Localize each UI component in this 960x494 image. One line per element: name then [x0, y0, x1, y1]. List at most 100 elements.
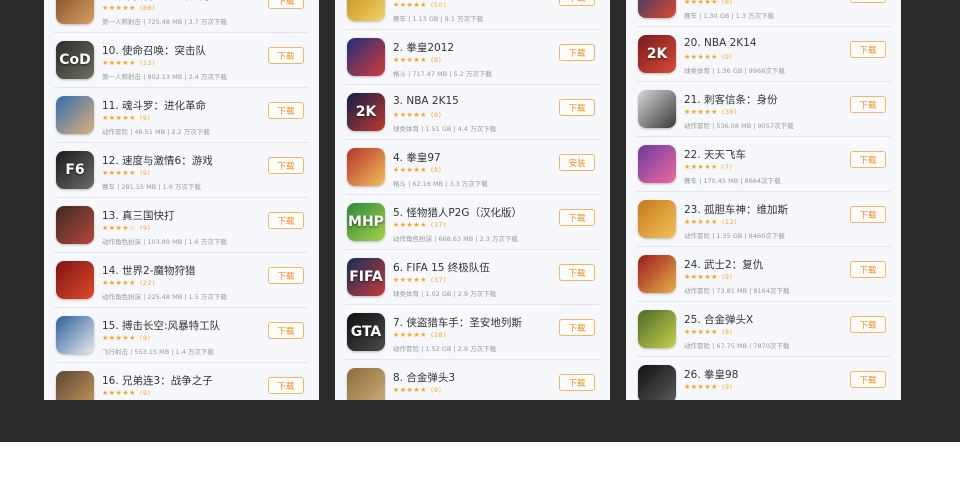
app-list-item[interactable]: 2K 3. NBA 2K15 ★★★★★ (9) 球类体育 | 1.51 GB | 4.…	[335, 85, 610, 140]
app-title[interactable]: 26. 拳皇98	[684, 367, 738, 382]
three-kingdoms-icon[interactable]	[56, 206, 94, 244]
app-list-item[interactable]: 14. 世界2-魔物狩猎 ★★★★★ (22) 动作角色扮演 | 225.48 MB …	[44, 253, 319, 308]
app-title[interactable]: 3. NBA 2K15	[393, 95, 459, 107]
gangstar-vegas-icon[interactable]	[638, 200, 676, 238]
rating-stars: ★★★★★ (86)	[102, 4, 155, 12]
download-button[interactable]: 下载	[559, 209, 595, 226]
gta-san-andreas-icon[interactable]: GTA	[347, 313, 385, 351]
rating-stars: ★★★★★ (13)	[102, 59, 155, 67]
fifa15-icon[interactable]: FIFA	[347, 258, 385, 296]
rating-stars: ★★★★★ (9)	[102, 389, 151, 397]
app-list-item[interactable]: 2K 20. NBA 2K14 ★★★★★ (9) 球类体育 | 1.36 GB | 9…	[626, 27, 901, 82]
app-list-item[interactable]: 24. 武士2：复仇 ★★★★★ (9) 动作冒险 | 73.81 MB | 8164…	[626, 247, 901, 302]
modern-combat-icon[interactable]	[56, 0, 94, 24]
download-button[interactable]: 下载	[268, 157, 304, 174]
app-list-item[interactable]: 16. 兄弟连3：战争之子 ★★★★★ (9) 下载	[44, 363, 319, 400]
app-title[interactable]: 2. 拳皇2012	[393, 40, 454, 55]
download-button[interactable]: 下载	[268, 47, 304, 64]
samurai2-icon[interactable]	[638, 255, 676, 293]
download-button[interactable]: 下载	[559, 0, 595, 6]
download-button[interactable]: 下载	[559, 264, 595, 281]
rating-stars: ★★★★★ (9)	[102, 169, 151, 177]
app-list-item[interactable]: 4. 拳皇97 ★★★★★ (8) 格斗 | 62.16 MB | 3.3 万次下载 安…	[335, 140, 610, 195]
kof97-icon[interactable]	[347, 148, 385, 186]
app-list-item[interactable]: 1. 狂野飙车8：极速凌云★★★★★(50)赛车 | 1.13 GB | 9.1…	[335, 0, 610, 30]
app-list-item[interactable]: 9. 现代战争5: 欧巢风暴★★★★★(86) 第一人称射击 | 725.48 M…	[44, 0, 319, 33]
app-list-item[interactable]: F6 12. 速度与激情6：游戏 ★★★★★ (9) 赛车 | 281.15 MB | …	[44, 143, 319, 198]
download-button[interactable]: 下载	[268, 377, 304, 394]
app-list-item[interactable]: 23. 孤胆车神：维加斯 ★★★★★ (12) 动作冒险 | 1.35 GB | 84…	[626, 192, 901, 247]
contra-icon[interactable]	[56, 96, 94, 134]
download-button[interactable]: 下载	[268, 267, 304, 284]
app-list-item[interactable]: 15. 搏击长空:风暴特工队 ★★★★★ (9) 飞行射击 | 553.15 MB |…	[44, 308, 319, 363]
app-title[interactable]: 14. 世界2-魔物狩猎	[102, 263, 196, 278]
app-list-item[interactable]: 2. 拳皇2012 ★★★★★ (9) 格斗 | 717.47 MB | 5.2 万次…	[335, 30, 610, 85]
app-list-item[interactable]: CoD 10. 使命召唤：突击队 ★★★★★ (13) 第一人称射击 | 902.13 …	[44, 33, 319, 88]
app-list-item[interactable]: 19. 真实赛车3★★★★★(8)赛车 | 1.30 GB | 1.3 万次下载…	[626, 0, 901, 27]
download-button[interactable]: 下载	[850, 96, 886, 113]
app-title[interactable]: 22. 天天飞车	[684, 147, 746, 162]
app-list-item[interactable]: GTA 7. 侠盗猎车手：圣安地列斯 ★★★★★ (28) 动作冒险 | 1.52 GB…	[335, 305, 610, 360]
app-list-item[interactable]: 21. 刺客信条：身份 ★★★★★ (36) 动作冒险 | 536.08 MB | 9…	[626, 82, 901, 137]
download-button[interactable]: 下载	[850, 41, 886, 58]
tiantian-racing-icon[interactable]	[638, 145, 676, 183]
asphalt8-icon[interactable]	[347, 0, 385, 21]
app-title[interactable]: 4. 拳皇97	[393, 150, 441, 165]
kof2012-icon[interactable]	[347, 38, 385, 76]
app-title[interactable]: 23. 孤胆车神：维加斯	[684, 202, 788, 217]
call-of-duty-icon[interactable]: CoD	[56, 41, 94, 79]
app-title[interactable]: 6. FIFA 15 终极队伍	[393, 260, 490, 275]
brothers-in-arms-icon[interactable]	[56, 371, 94, 400]
app-title[interactable]: 5. 怪物猎人P2G（汉化版）	[393, 205, 522, 220]
real-racing3-icon[interactable]	[638, 0, 676, 18]
sky-gamblers-icon[interactable]	[56, 316, 94, 354]
app-title[interactable]: 13. 真三国快打	[102, 208, 175, 223]
download-button[interactable]: 下载	[559, 99, 595, 116]
download-button[interactable]: 下载	[850, 261, 886, 278]
metal-slug3-icon[interactable]	[347, 368, 385, 400]
app-title[interactable]: 24. 武士2：复仇	[684, 257, 763, 272]
download-button[interactable]: 下载	[559, 44, 595, 61]
download-button[interactable]: 下载	[850, 151, 886, 168]
app-list-item[interactable]: 11. 魂斗罗：进化革命 ★★★★★ (9) 动作冒险 | 46.51 MB | 2.…	[44, 88, 319, 143]
app-list-item[interactable]: 13. 真三国快打 ★★★★☆ (9) 动作角色扮演 | 103.89 MB | 1.…	[44, 198, 319, 253]
assassins-creed-icon[interactable]	[638, 90, 676, 128]
app-title[interactable]: 16. 兄弟连3：战争之子	[102, 373, 213, 388]
app-title[interactable]: 21. 刺客信条：身份	[684, 92, 778, 107]
download-button[interactable]: 下载	[559, 319, 595, 336]
metal-slug-x-icon[interactable]	[638, 310, 676, 348]
app-title[interactable]: 25. 合金弹头X	[684, 312, 753, 327]
download-button[interactable]: 下载	[850, 206, 886, 223]
app-title[interactable]: 12. 速度与激情6：游戏	[102, 153, 213, 168]
app-list-item[interactable]: 25. 合金弹头X ★★★★★ (8) 动作冒险 | 67.75 MB | 7870次…	[626, 302, 901, 357]
download-button[interactable]: 下载	[850, 371, 886, 388]
rating-stars: ★★★★★ (8)	[684, 328, 733, 336]
download-button[interactable]: 下载	[268, 322, 304, 339]
fast-furious-icon[interactable]: F6	[56, 151, 94, 189]
app-title[interactable]: 10. 使命召唤：突击队	[102, 43, 206, 58]
download-button[interactable]: 下载	[268, 102, 304, 119]
nba2k14-icon[interactable]: 2K	[638, 35, 676, 73]
download-button[interactable]: 下载	[850, 0, 886, 3]
kof98-icon[interactable]	[638, 365, 676, 400]
download-button[interactable]: 下载	[850, 316, 886, 333]
download-button[interactable]: 安装	[559, 154, 595, 171]
app-title[interactable]: 7. 侠盗猎车手：圣安地列斯	[393, 315, 522, 330]
download-button[interactable]: 下载	[268, 0, 304, 9]
app-list-item[interactable]: 8. 合金弹头3 ★★★★★ (9) 下载	[335, 360, 610, 400]
nba2k15-icon[interactable]: 2K	[347, 93, 385, 131]
download-button[interactable]: 下载	[268, 212, 304, 229]
app-title[interactable]: 8. 合金弹头3	[393, 370, 455, 385]
rating-count: (9)	[139, 334, 151, 342]
download-button[interactable]: 下载	[559, 374, 595, 391]
app-title[interactable]: 15. 搏击长空:风暴特工队	[102, 318, 220, 333]
app-list-item[interactable]: 26. 拳皇98 ★★★★★ (9) 下载	[626, 357, 901, 400]
app-list-item[interactable]: MHP 5. 怪物猎人P2G（汉化版） ★★★★★ (37) 动作角色扮演 | 668.…	[335, 195, 610, 250]
app-title[interactable]: 11. 魂斗罗：进化革命	[102, 98, 206, 113]
app-list-item[interactable]: FIFA 6. FIFA 15 终极队伍 ★★★★★ (37) 球类体育 | 1.02 …	[335, 250, 610, 305]
world2-icon[interactable]	[56, 261, 94, 299]
app-title[interactable]: 20. NBA 2K14	[684, 37, 757, 49]
monster-hunter-icon[interactable]: MHP	[347, 203, 385, 241]
app-title[interactable]: 9. 现代战争5: 欧巢风暴	[102, 0, 213, 3]
app-list-item[interactable]: 22. 天天飞车 ★★★★★ (7) 赛车 | 170.45 MB | 8664次下载…	[626, 137, 901, 192]
